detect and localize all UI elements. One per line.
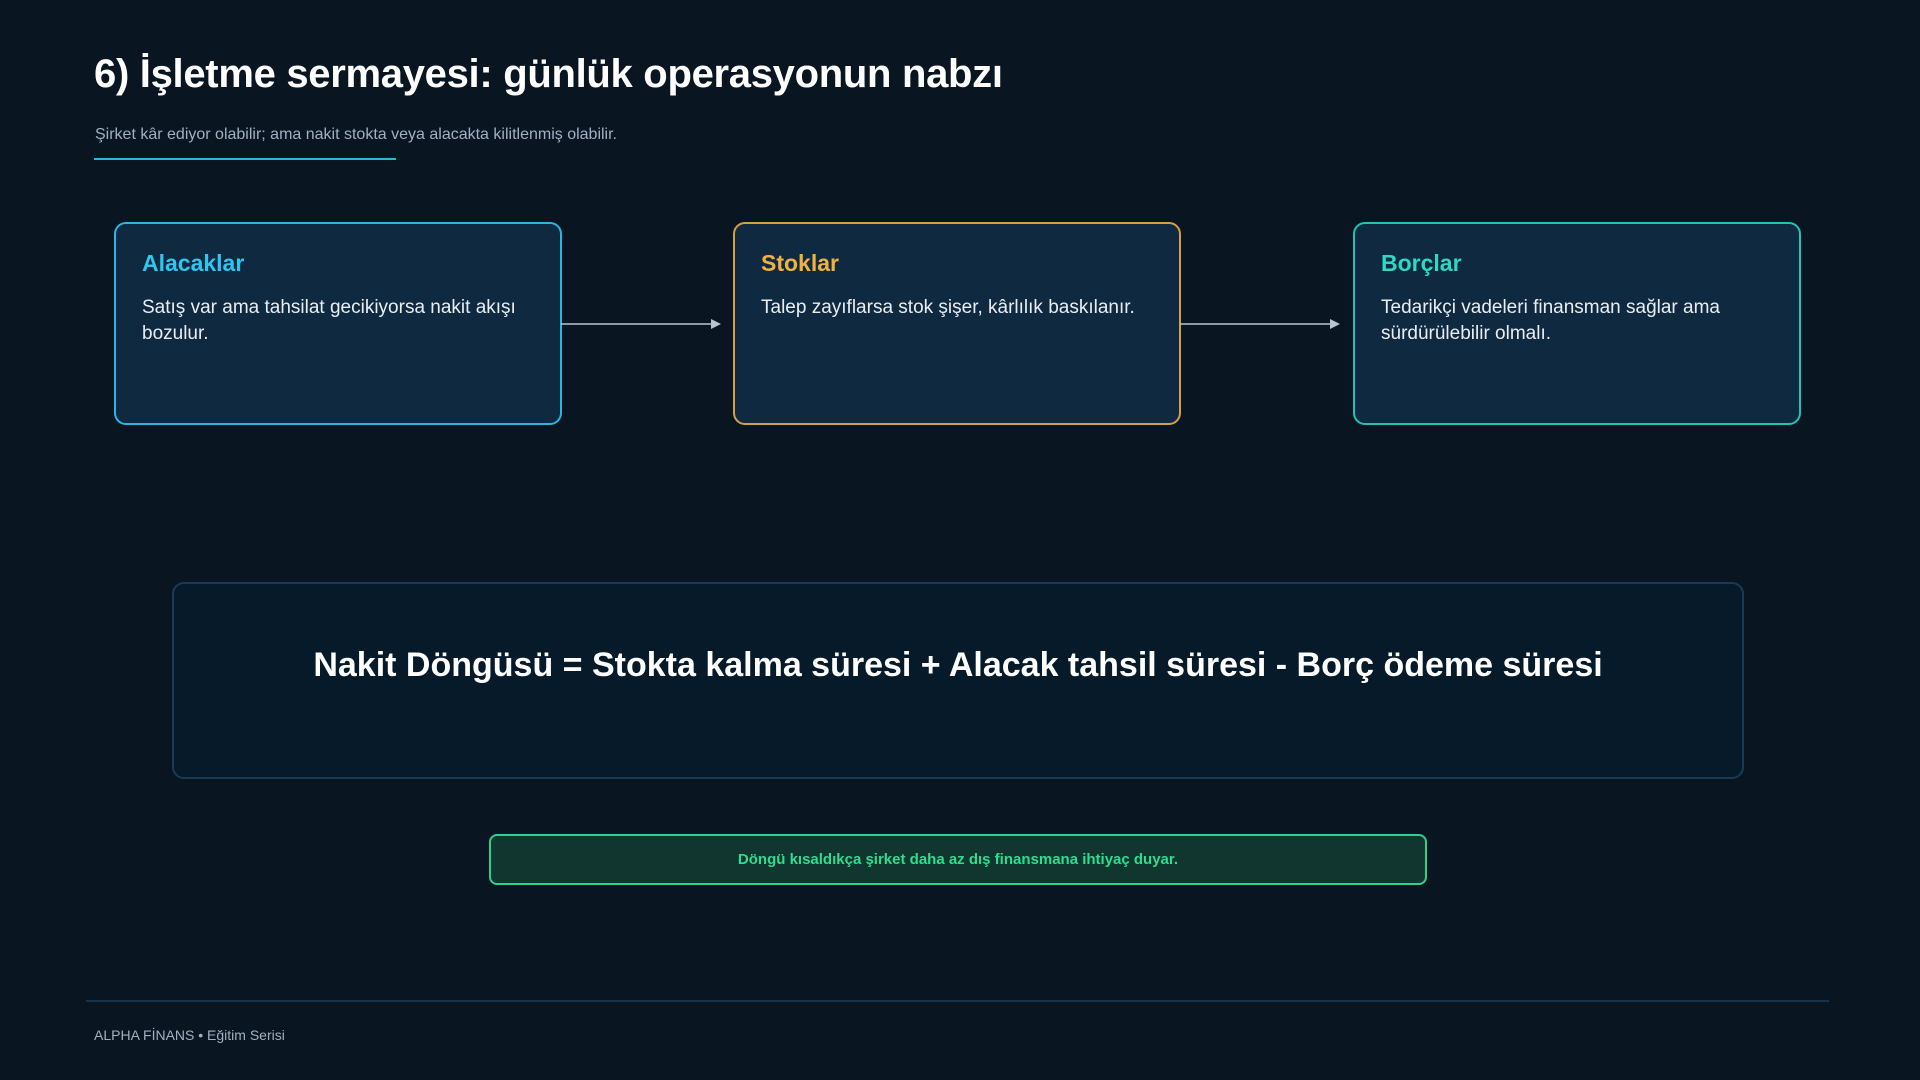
arrow-right-icon <box>561 319 721 329</box>
card-body: Talep zayıflarsa stok şişer, kârlılık ba… <box>761 297 1135 318</box>
note-text: Döngü kısaldıkça şirket daha az dış fina… <box>737 851 1179 868</box>
page-subtitle: Şirket kâr ediyor olabilir; ama nakit st… <box>95 126 617 143</box>
arrow-right-icon <box>1180 319 1340 329</box>
card-body: Tedarikçi vadeleri finansman sağlar ama … <box>1381 297 1720 344</box>
card-title: Stoklar <box>761 250 839 276</box>
card-title: Alacaklar <box>142 250 245 276</box>
formula-box: Nakit Döngüsü = Stokta kalma süresi + Al… <box>172 582 1744 779</box>
title-underline <box>94 158 396 160</box>
card-inventory: Stoklar Talep zayıflarsa stok şişer, kâr… <box>733 222 1181 425</box>
formula-text: Nakit Döngüsü = Stokta kalma süresi + Al… <box>313 646 1603 684</box>
card-receivables: Alacaklar Satış var ama tahsilat gecikiy… <box>114 222 562 425</box>
page-title: 6) İşletme sermayesi: günlük operasyonun… <box>94 52 1003 96</box>
card-payables: Borçlar Tedarikçi vadeleri finansman sağ… <box>1353 222 1801 425</box>
note-callout: Döngü kısaldıkça şirket daha az dış fina… <box>489 834 1427 885</box>
footer-divider <box>86 1000 1829 1002</box>
footer-text: ALPHA FİNANS • Eğitim Serisi <box>94 1027 285 1043</box>
slide: 6) İşletme sermayesi: günlük operasyonun… <box>0 0 1920 1080</box>
card-body: Satış var ama tahsilat gecikiyorsa nakit… <box>142 297 516 344</box>
card-title: Borçlar <box>1381 250 1462 276</box>
